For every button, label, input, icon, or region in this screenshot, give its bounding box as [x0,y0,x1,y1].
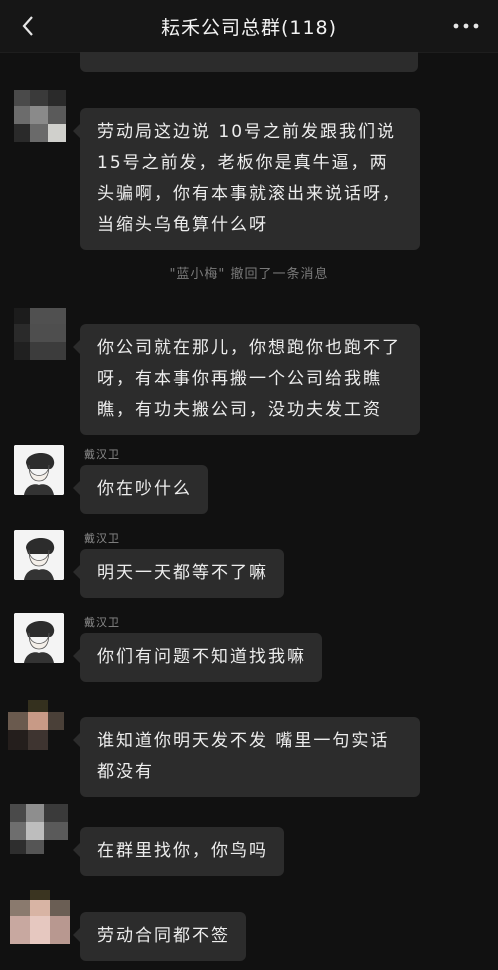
avatar[interactable] [10,804,68,854]
message-bubble[interactable]: 你在吵什么 [73,465,208,514]
back-button[interactable] [10,8,46,44]
message-bubble[interactable]: 在群里找你，你鸟吗 [73,827,284,876]
top-bar: 耘禾公司总群(118) [0,0,498,53]
message-text: 劳动局这边说 10号之前发跟我们说 15号之前发，老板你是真牛逼，两头骗啊，你有… [97,122,401,235]
avatar-illustration [14,530,64,580]
avatar[interactable] [14,308,66,360]
message-bubble[interactable]: 劳动合同都不签 [73,912,246,961]
chat-title: 耘禾公司总群(118) [160,16,338,39]
sender-name: 戴汉卫 [84,448,120,461]
message-bubble[interactable]: 明天一天都等不了嘛 [73,549,284,598]
avatar[interactable] [14,530,64,580]
avatar[interactable] [14,90,66,142]
message-bubble[interactable]: 谁知道你明天发不发 嘴里一句实话都没有 [73,717,420,797]
more-dots-icon [453,23,479,29]
sender-name: 戴汉卫 [84,532,120,545]
message-bubble[interactable]: 劳动局这边说 10号之前发跟我们说 15号之前发，老板你是真牛逼，两头骗啊，你有… [73,108,420,250]
sender-name: 戴汉卫 [84,616,120,629]
message-text: 在群里找你，你鸟吗 [97,841,268,861]
message-text: 谁知道你明天发不发 嘴里一句实话都没有 [97,731,390,782]
avatar[interactable] [8,700,64,750]
message-text: 你在吵什么 [97,479,192,499]
message-bubble[interactable]: 你们有问题不知道找我嘛 [73,633,322,682]
message-text: 你公司就在那儿，你想跑你也跑不了呀，有本事你再搬一个公司给我瞧瞧，有功夫搬公司，… [97,338,401,420]
message-list[interactable]: 劳动局这边说 10号之前发跟我们说 15号之前发，老板你是真牛逼，两头骗啊，你有… [0,52,498,970]
avatar[interactable] [10,890,70,944]
message-text: 你们有问题不知道找我嘛 [97,647,306,667]
chevron-left-icon [22,16,33,36]
system-notice: "蓝小梅" 撤回了一条消息 [169,267,329,282]
more-button[interactable] [448,8,484,44]
chat-screen: 耘禾公司总群(118) 劳动局这边说 10号之前发跟我们说 15号之前发，老板你… [0,0,498,970]
avatar-illustration [14,445,64,495]
message-text: 明天一天都等不了嘛 [97,563,268,583]
avatar-illustration [14,613,64,663]
message-text: 劳动合同都不签 [97,926,230,946]
message-bubble[interactable]: 你公司就在那儿，你想跑你也跑不了呀，有本事你再搬一个公司给我瞧瞧，有功夫搬公司，… [73,324,420,435]
avatar[interactable] [14,613,64,663]
avatar[interactable] [14,445,64,495]
message-bubble-partial[interactable] [80,52,418,72]
